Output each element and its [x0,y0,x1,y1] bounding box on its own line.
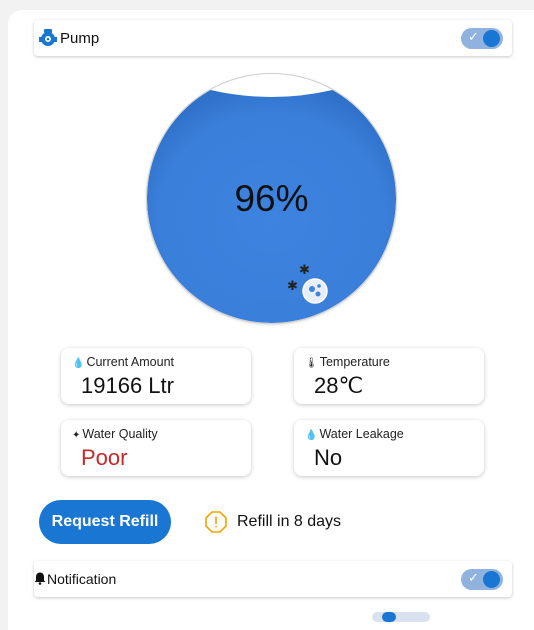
pump-icon [39,29,57,46]
current-amount-value: 19166 Ltr [81,373,174,398]
temperature-value: 28℃ [314,373,364,398]
water-quality-card: ✦ Water Quality Poor [61,420,251,476]
check-icon: ✓ [468,570,479,585]
notification-label: Notification [47,571,117,587]
warning-icon [205,511,227,533]
water-leakage-value: No [314,445,343,470]
notification-row: Notification ✓ [34,561,512,597]
partial-toggle[interactable] [372,612,430,622]
temperature-label: Temperature [319,355,390,369]
toggle-knob [382,612,396,622]
thermometer-icon: 🌡 [305,358,318,369]
svg-text:✱: ✱ [299,263,310,278]
temperature-card: 🌡 Temperature 28℃ [294,348,484,404]
water-drop-icon: 💧 [72,358,85,369]
current-amount-label: Current Amount [86,355,174,369]
toggle-knob [483,30,500,47]
bell-icon [34,572,46,585]
sparkle-icon: ✦ [72,430,81,441]
pump-row: Pump ✓ [34,20,512,56]
check-icon: ✓ [468,29,479,44]
water-tank-gauge: 96% ✱ ✱ [147,74,396,323]
water-quality-label: Water Quality [82,427,158,441]
toggle-knob [483,571,500,588]
request-refill-button[interactable]: Request Refill [39,500,171,544]
pump-toggle[interactable]: ✓ [461,28,503,49]
tank-fill-value: 96% [234,178,309,219]
pump-label: Pump [60,30,100,47]
notification-toggle[interactable]: ✓ [461,569,503,590]
water-quality-value: Poor [81,445,128,470]
current-amount-card: 💧 Current Amount 19166 Ltr [61,348,251,404]
water-leakage-label: Water Leakage [319,427,404,441]
pump-motor-icon: ✱ ✱ [287,263,328,304]
refill-status-text: Refill in 8 days [237,513,342,530]
drop-icon: 💧 [305,430,318,441]
water-leakage-card: 💧 Water Leakage No [294,420,484,476]
svg-text:✱: ✱ [287,279,298,294]
